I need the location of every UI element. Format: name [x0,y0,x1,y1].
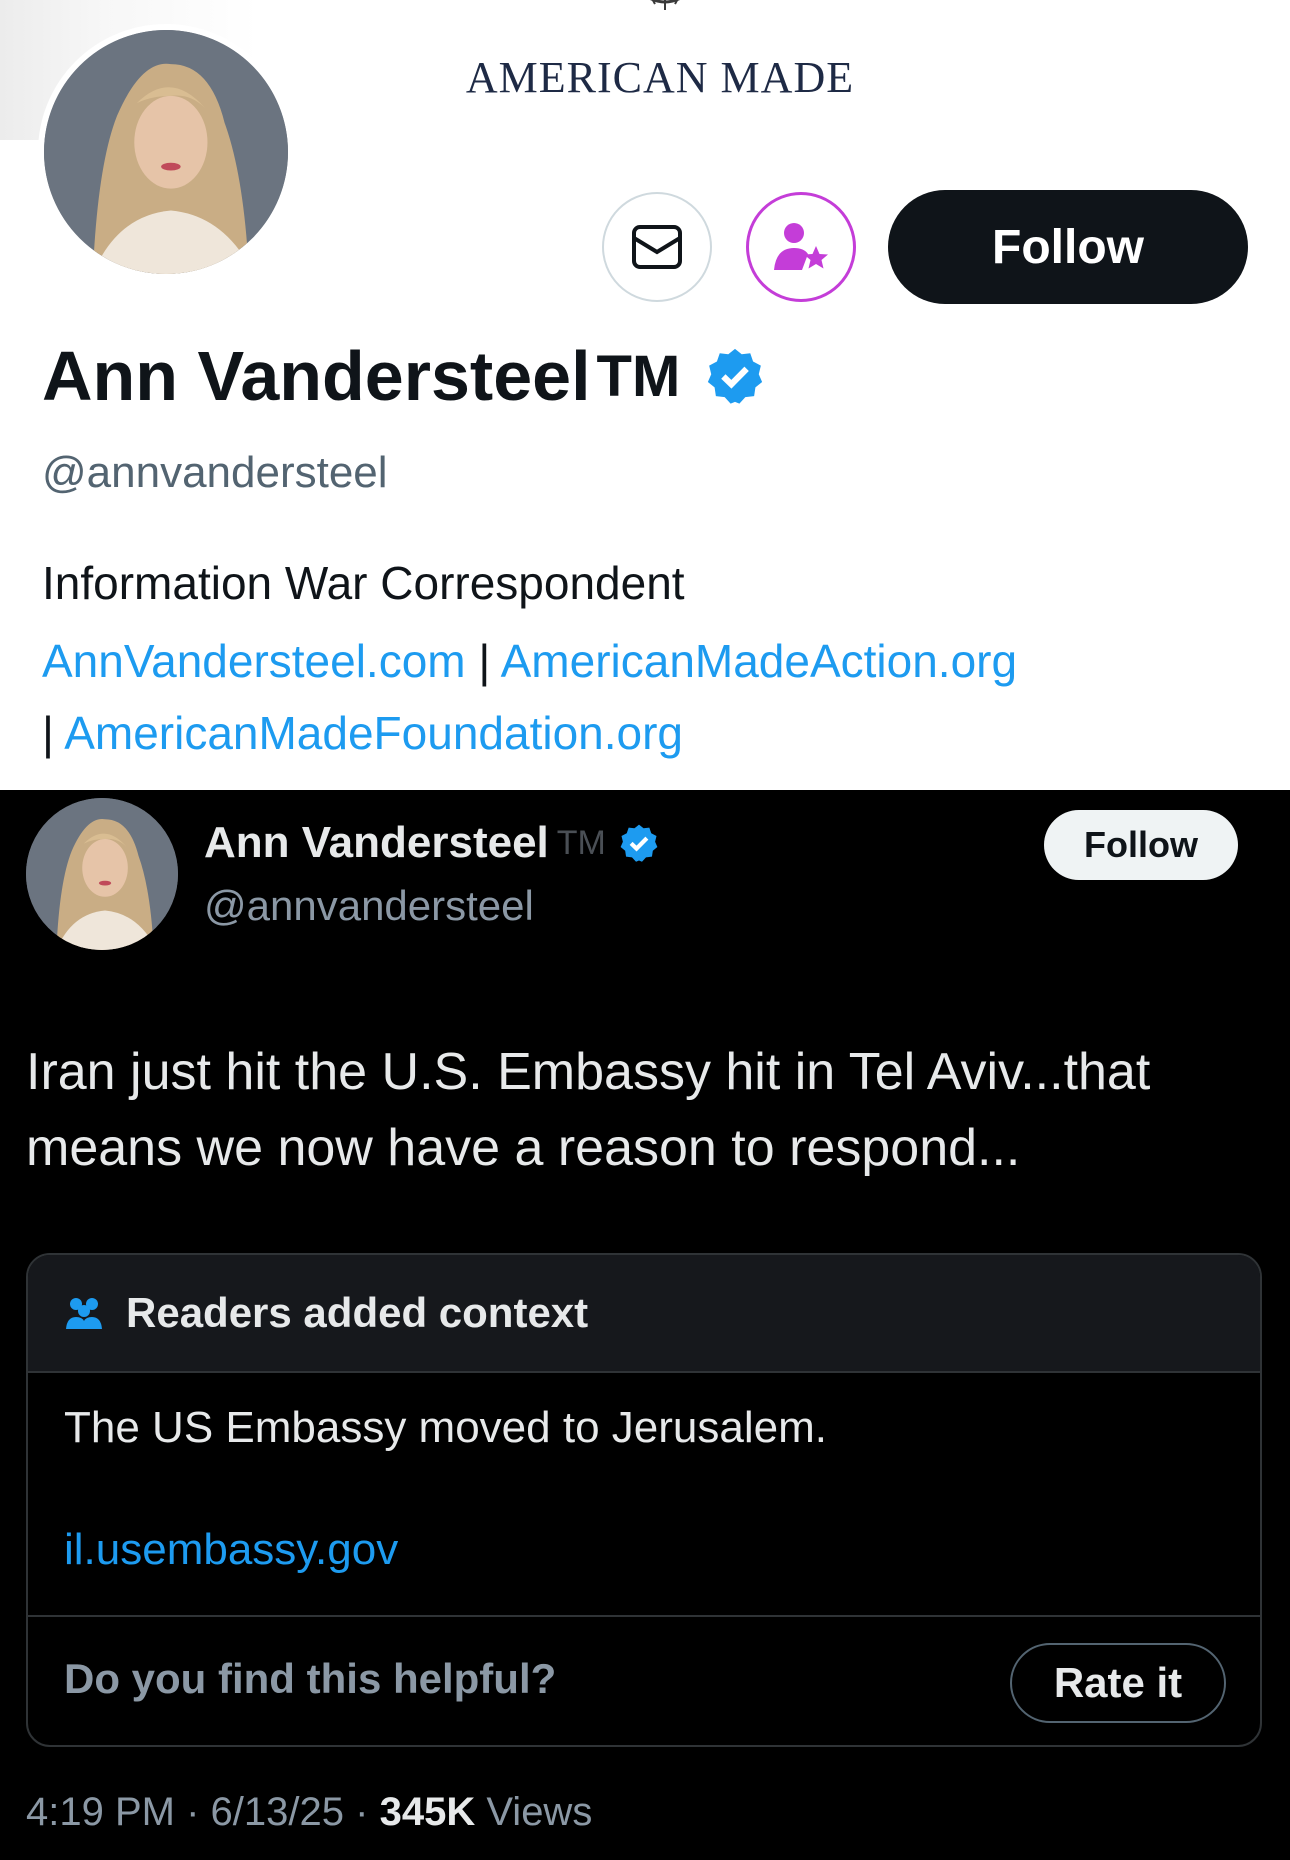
user-star-icon [774,223,828,270]
community-note-link[interactable]: il.usembassy.gov [64,1525,398,1575]
verified-badge-icon[interactable] [704,345,766,407]
views-count: 345K [379,1790,476,1834]
name-suffix: TM [596,343,681,409]
envelope-icon [632,225,682,269]
subscribe-button[interactable] [746,192,856,302]
avatar-image [44,30,288,274]
profile-links: AnnVandersteel.com | AmericanMadeAction.… [42,625,1262,769]
post-author[interactable]: Ann Vandersteel TM [204,818,660,868]
profile-header: AMERICAN MADE Follow Ann Vandersteel TM [0,0,1290,790]
rate-it-button[interactable]: Rate it [1010,1643,1226,1723]
profile-name: Ann Vandersteel TM [42,336,766,416]
banner-title: AMERICAN MADE [465,53,855,102]
profile-handle: @annvandersteel [42,448,388,497]
post-meta: 4:19 PM · 6/13/25 · 345K Views [26,1790,592,1835]
foundation-link[interactable]: AmericanMadeFoundation.org [64,707,683,759]
display-name: Ann Vandersteel [42,337,591,415]
views-label: Views [486,1790,593,1834]
community-note-title: Readers added context [126,1289,589,1336]
community-note: Readers added context The US Embassy mov… [26,1253,1262,1747]
verified-badge-icon[interactable] [618,822,660,864]
avatar-image [26,798,178,950]
link-separator: | [478,635,491,687]
helpful-question: Do you find this helpful? [64,1655,557,1702]
action-link[interactable]: AmericanMadeAction.org [501,635,1017,687]
community-note-header: Readers added context [28,1255,1260,1373]
divider [28,1615,1260,1617]
profile-avatar[interactable] [38,24,294,280]
eagle-logo-icon [650,0,680,10]
post-text: Iran just hit the U.S. Embassy hit in Te… [26,1043,1151,1177]
meta-separator: · [186,1790,200,1834]
display-name: Ann Vandersteel [204,818,549,867]
name-suffix: TM [556,823,606,862]
community-note-body: The US Embassy moved to Jerusalem. [64,1403,827,1452]
message-button[interactable] [602,192,712,302]
post-time[interactable]: 4:19 PM [26,1790,175,1834]
post-avatar[interactable] [26,798,178,950]
meta-separator: · [355,1790,369,1834]
people-icon [66,1298,102,1329]
post-date[interactable]: 6/13/25 [211,1790,344,1834]
follow-button[interactable]: Follow [888,190,1248,304]
follow-button[interactable]: Follow [1044,810,1238,880]
post-handle[interactable]: @annvandersteel [204,882,534,930]
profile-bio: Information War Correspondent [42,557,685,609]
website-link[interactable]: AnnVandersteel.com [42,635,466,687]
link-separator: | [42,707,54,759]
